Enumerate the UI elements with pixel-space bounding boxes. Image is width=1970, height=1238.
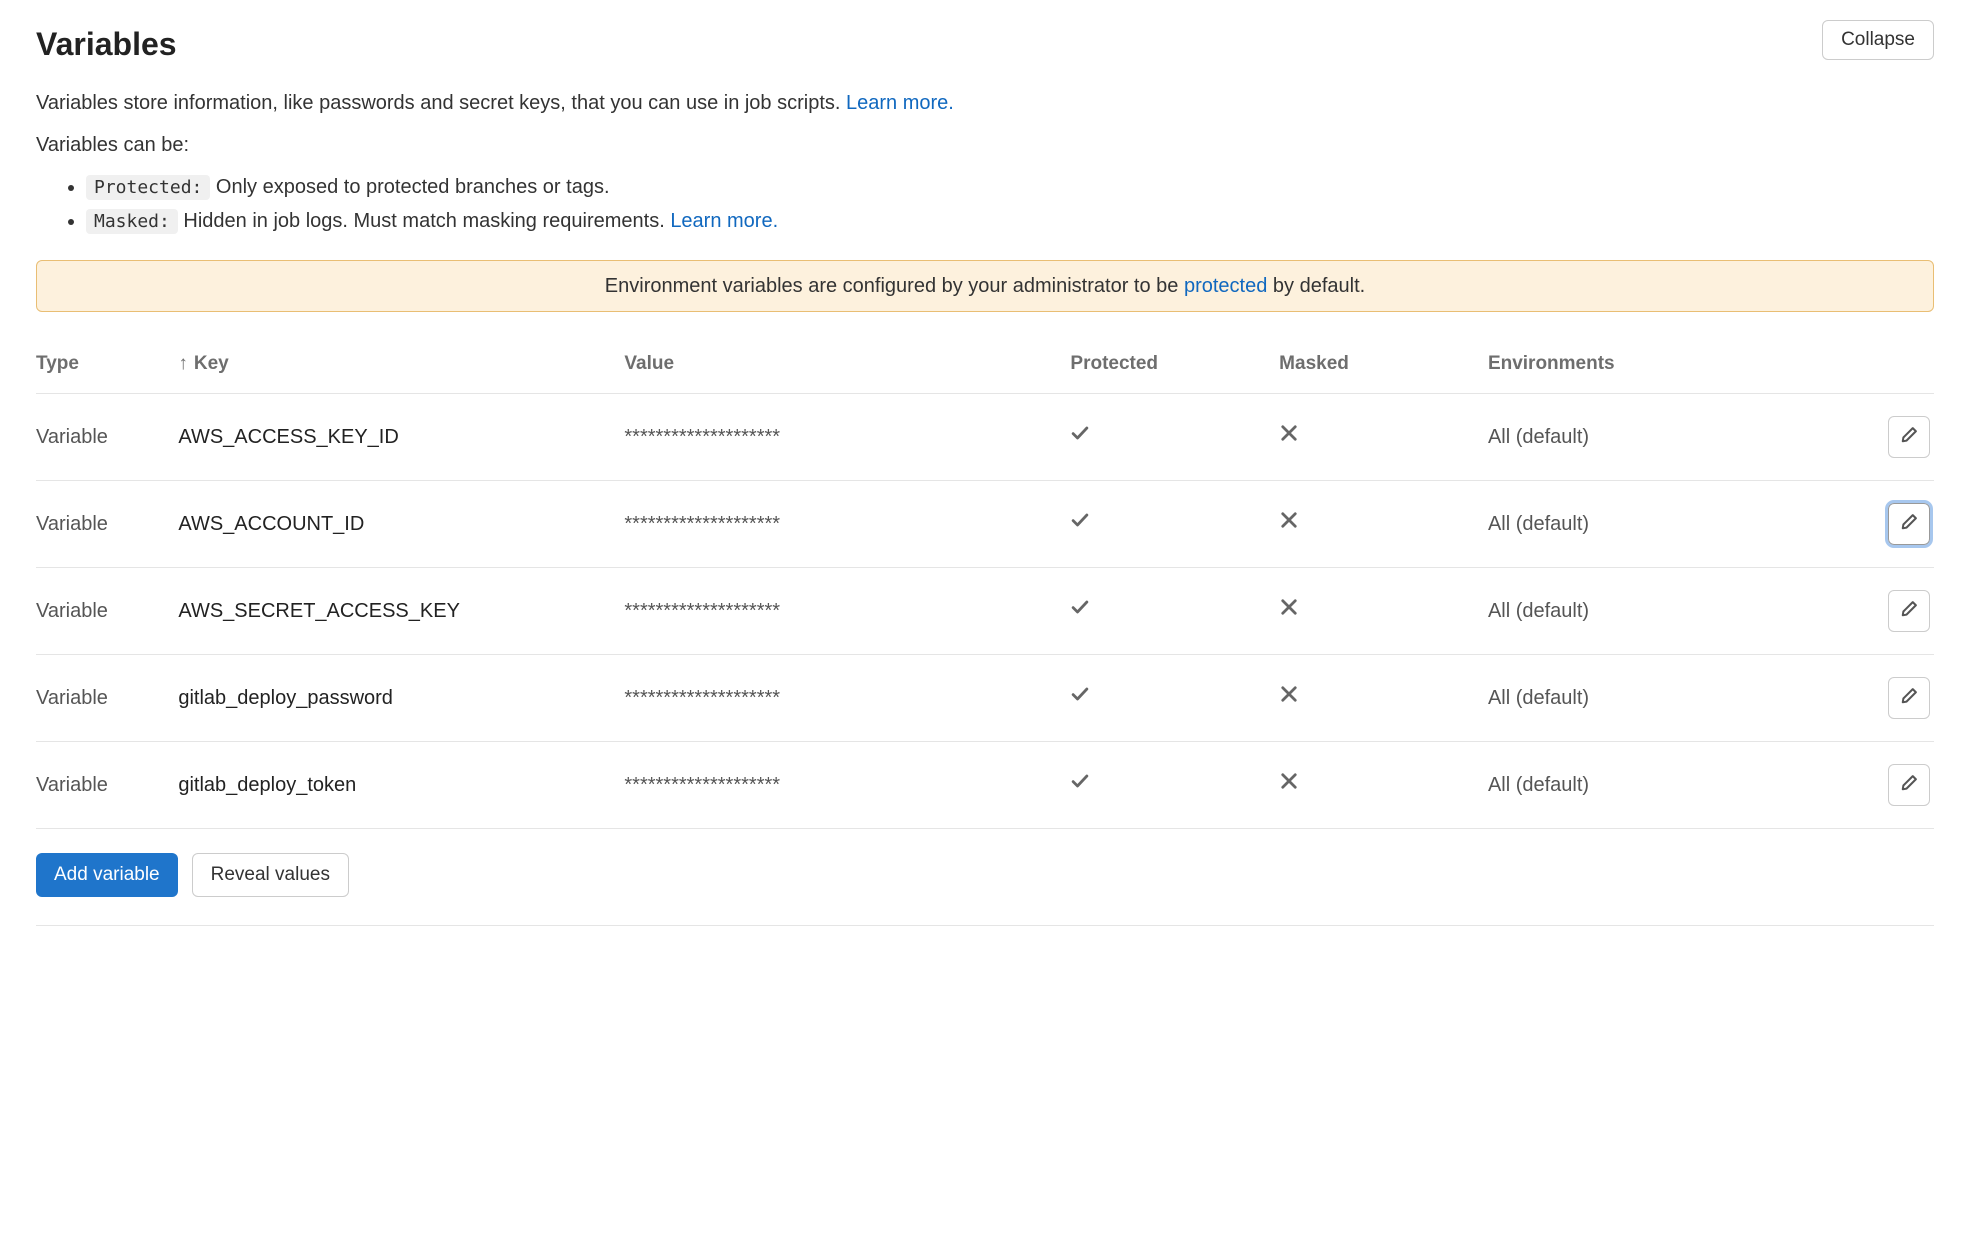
cell-protected <box>1070 654 1279 741</box>
variable-types-list: Protected: Only exposed to protected bra… <box>36 172 1934 236</box>
cell-key: gitlab_deploy_password <box>178 654 624 741</box>
alert-suffix: by default. <box>1267 275 1365 297</box>
cell-masked <box>1279 654 1488 741</box>
cell-environments: All (default) <box>1488 567 1820 654</box>
add-variable-button[interactable]: Add variable <box>36 853 178 897</box>
check-icon <box>1070 774 1090 796</box>
learn-more-link[interactable]: Learn more. <box>846 92 954 114</box>
cell-actions <box>1820 567 1934 654</box>
col-actions <box>1820 336 1934 393</box>
cell-key: AWS_ACCESS_KEY_ID <box>178 393 624 480</box>
reveal-values-button[interactable]: Reveal values <box>192 853 349 897</box>
masked-desc: Hidden in job logs. Must match masking r… <box>178 210 670 232</box>
check-icon <box>1070 513 1090 535</box>
variables-table: Type ↑ Key Value Protected Masked Environ… <box>36 336 1934 829</box>
cell-type: Variable <box>36 480 178 567</box>
table-row: VariableAWS_ACCESS_KEY_ID***************… <box>36 393 1934 480</box>
edit-button[interactable] <box>1888 677 1930 719</box>
cell-type: Variable <box>36 741 178 828</box>
cell-masked <box>1279 741 1488 828</box>
list-item: Protected: Only exposed to protected bra… <box>86 172 1934 202</box>
x-icon <box>1279 600 1299 622</box>
cell-environments: All (default) <box>1488 654 1820 741</box>
masked-code-label: Masked: <box>86 209 178 234</box>
x-icon <box>1279 426 1299 448</box>
cell-key: AWS_ACCOUNT_ID <box>178 480 624 567</box>
cell-value: ******************** <box>624 654 1070 741</box>
pencil-icon <box>1899 512 1919 535</box>
cell-masked <box>1279 480 1488 567</box>
list-item: Masked: Hidden in job logs. Must match m… <box>86 206 1934 236</box>
alert-prefix: Environment variables are configured by … <box>605 275 1184 297</box>
protected-code-label: Protected: <box>86 175 210 200</box>
protected-default-alert: Environment variables are configured by … <box>36 260 1934 312</box>
col-value[interactable]: Value <box>624 336 1070 393</box>
cell-masked <box>1279 393 1488 480</box>
x-icon <box>1279 513 1299 535</box>
cell-actions <box>1820 654 1934 741</box>
alert-protected-link[interactable]: protected <box>1184 275 1267 297</box>
learn-more-masking-link[interactable]: Learn more. <box>670 210 778 232</box>
edit-button[interactable] <box>1888 590 1930 632</box>
cell-value: ******************** <box>624 741 1070 828</box>
protected-desc: Only exposed to protected branches or ta… <box>210 176 609 198</box>
x-icon <box>1279 687 1299 709</box>
col-key-label: Key <box>194 353 229 374</box>
col-masked[interactable]: Masked <box>1279 336 1488 393</box>
cell-environments: All (default) <box>1488 393 1820 480</box>
cell-actions <box>1820 480 1934 567</box>
cell-actions <box>1820 741 1934 828</box>
pencil-icon <box>1899 686 1919 709</box>
pencil-icon <box>1899 425 1919 448</box>
cell-protected <box>1070 393 1279 480</box>
pencil-icon <box>1899 599 1919 622</box>
cell-value: ******************** <box>624 480 1070 567</box>
pencil-icon <box>1899 773 1919 796</box>
cell-type: Variable <box>36 393 178 480</box>
arrow-up-icon: ↑ <box>178 353 188 374</box>
col-environments[interactable]: Environments <box>1488 336 1820 393</box>
collapse-button[interactable]: Collapse <box>1822 20 1934 60</box>
cell-key: gitlab_deploy_token <box>178 741 624 828</box>
can-be-text: Variables can be: <box>36 130 1934 160</box>
col-protected[interactable]: Protected <box>1070 336 1279 393</box>
cell-value: ******************** <box>624 393 1070 480</box>
cell-environments: All (default) <box>1488 480 1820 567</box>
edit-button[interactable] <box>1888 764 1930 806</box>
col-key[interactable]: ↑ Key <box>178 336 624 393</box>
edit-button[interactable] <box>1888 503 1930 545</box>
page-title: Variables <box>36 20 177 68</box>
cell-value: ******************** <box>624 567 1070 654</box>
table-row: Variablegitlab_deploy_token*************… <box>36 741 1934 828</box>
x-icon <box>1279 774 1299 796</box>
cell-protected <box>1070 567 1279 654</box>
cell-type: Variable <box>36 654 178 741</box>
table-row: VariableAWS_SECRET_ACCESS_KEY***********… <box>36 567 1934 654</box>
intro-prefix: Variables store information, like passwo… <box>36 92 846 114</box>
cell-key: AWS_SECRET_ACCESS_KEY <box>178 567 624 654</box>
check-icon <box>1070 600 1090 622</box>
table-row: VariableAWS_ACCOUNT_ID******************… <box>36 480 1934 567</box>
check-icon <box>1070 426 1090 448</box>
check-icon <box>1070 687 1090 709</box>
cell-type: Variable <box>36 567 178 654</box>
cell-actions <box>1820 393 1934 480</box>
col-type[interactable]: Type <box>36 336 178 393</box>
cell-masked <box>1279 567 1488 654</box>
table-row: Variablegitlab_deploy_password**********… <box>36 654 1934 741</box>
cell-protected <box>1070 480 1279 567</box>
edit-button[interactable] <box>1888 416 1930 458</box>
cell-environments: All (default) <box>1488 741 1820 828</box>
cell-protected <box>1070 741 1279 828</box>
intro-text: Variables store information, like passwo… <box>36 88 1934 118</box>
